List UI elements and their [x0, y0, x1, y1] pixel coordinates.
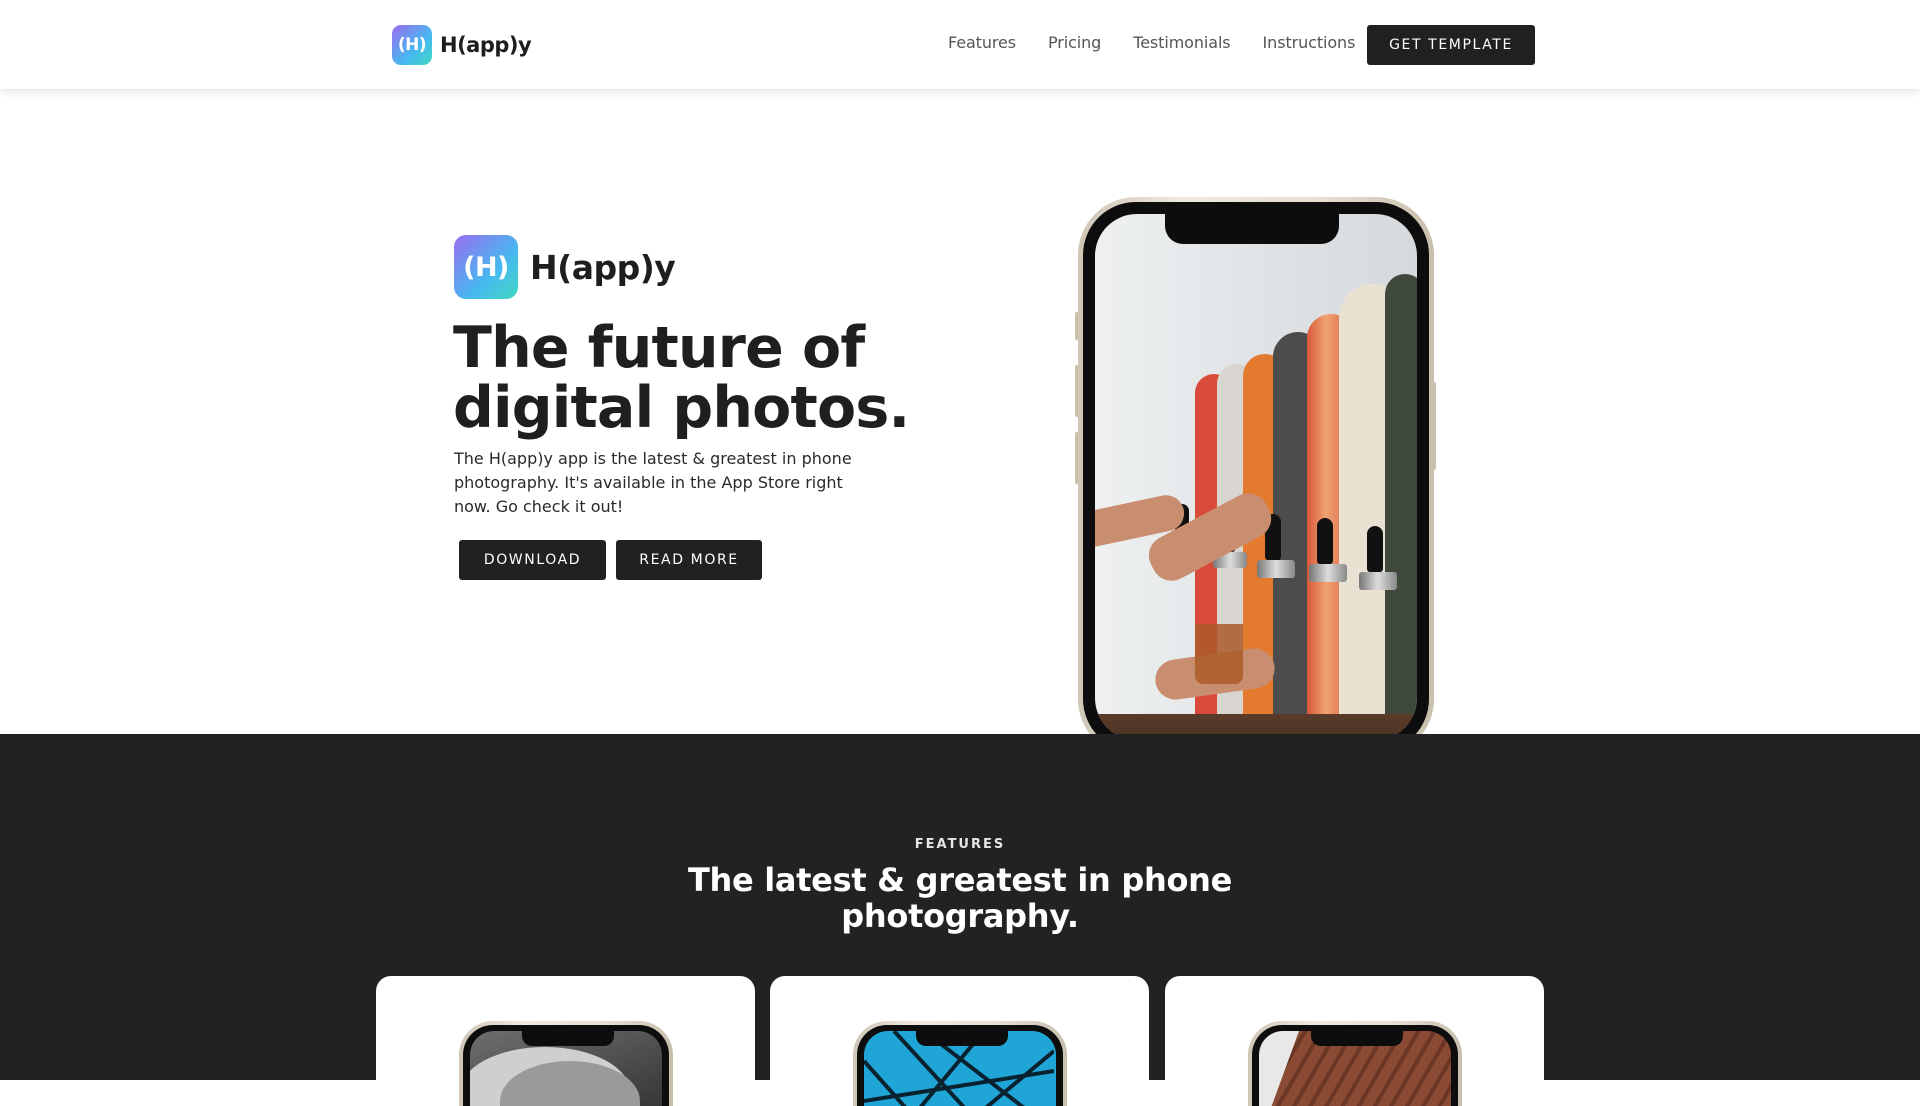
feature-card [1165, 976, 1544, 1106]
nav-pricing[interactable]: Pricing [1048, 33, 1101, 52]
get-template-button[interactable]: GET TEMPLATE [1367, 25, 1535, 65]
feature-card [770, 976, 1149, 1106]
features-label: FEATURES [914, 837, 1006, 852]
hero-description: The H(app)y app is the latest & greatest… [454, 449, 852, 516]
download-button[interactable]: DOWNLOAD [459, 540, 606, 580]
feature-phone-mockup [1248, 1021, 1462, 1106]
logo-text: H(app)y [440, 33, 532, 57]
feature-phone-mockup [853, 1021, 1067, 1106]
logo-badge-icon: (H) [392, 25, 432, 65]
hero-title: The future of digital photos. [453, 315, 910, 441]
feature-card [376, 976, 755, 1106]
features-title: The latest & greatest in phone photograp… [687, 861, 1233, 935]
phone-screen-image [1095, 214, 1417, 740]
phone-notch [1165, 214, 1339, 244]
nav-instructions[interactable]: Instructions [1263, 33, 1356, 52]
header-logo[interactable]: (H) H(app)y [392, 25, 532, 65]
feature-phone-mockup [459, 1021, 673, 1106]
feature-screen-image [470, 1031, 662, 1106]
feature-screen-image [1259, 1031, 1451, 1106]
feature-screen-image [864, 1031, 1056, 1106]
hero-phone-mockup [1078, 197, 1434, 757]
main-nav: Features Pricing Testimonials Instructio… [948, 33, 1355, 52]
hero-logo-text: H(app)y [530, 247, 676, 287]
hero-logo: (H) H(app)y [454, 235, 676, 299]
site-header: (H) H(app)y Features Pricing Testimonial… [0, 0, 1920, 89]
hero-logo-badge-icon: (H) [454, 235, 518, 299]
nav-features[interactable]: Features [948, 33, 1016, 52]
read-more-button[interactable]: READ MORE [616, 540, 762, 580]
nav-testimonials[interactable]: Testimonials [1133, 33, 1230, 52]
